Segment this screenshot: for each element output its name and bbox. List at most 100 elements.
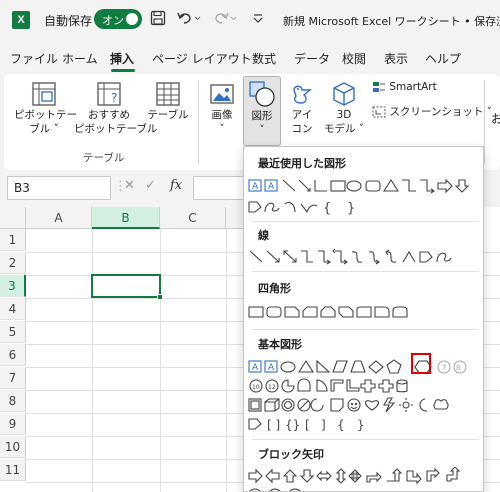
row-header[interactable]: 9 <box>0 413 26 435</box>
redo-icon[interactable] <box>212 10 238 30</box>
screenshot-label: スクリーンショット ˅ <box>389 106 492 118</box>
basic-shapes-row <box>247 396 483 414</box>
svg-text:{: { <box>323 201 331 216</box>
basic-shapes-row: A A 7 8 <box>247 358 483 376</box>
section-rectangles: 四角形 <box>258 282 291 295</box>
save-icon[interactable] <box>150 10 166 30</box>
autosave-toggle[interactable]: オン <box>94 9 142 29</box>
shapes-button[interactable]: 図形 ˅ <box>243 76 281 146</box>
excel-logo-icon: X <box>12 11 30 29</box>
rectangles-row <box>247 303 483 321</box>
customize-qat-icon[interactable] <box>252 10 264 30</box>
tab-help[interactable]: ヘルプ <box>425 50 461 67</box>
pivot-table-icon <box>32 82 56 106</box>
section-lines: 線 <box>258 229 269 242</box>
row-header[interactable]: 11 <box>0 459 26 481</box>
svg-text:?: ? <box>111 91 117 105</box>
row-header[interactable]: 6 <box>0 344 26 366</box>
name-box[interactable]: B3 <box>7 176 111 200</box>
icons-button[interactable]: アイ コン <box>284 80 320 146</box>
svg-text:12: 12 <box>268 384 276 391</box>
svg-text:10: 10 <box>252 384 260 391</box>
svg-text:[ ]: [ ] <box>267 418 280 432</box>
row-header[interactable]: 2 <box>0 252 26 274</box>
cancel-icon[interactable]: ✕ <box>124 178 135 193</box>
fill-handle[interactable] <box>157 294 163 300</box>
3d-models-button[interactable]: 3D モデル ˅ <box>320 80 368 146</box>
title-bar: X 自動保存 オン 新規 Microsoft Excel ワークシート • 保存… <box>0 0 500 40</box>
tab-formulas[interactable]: 数式 <box>252 50 276 67</box>
block-arrows-row <box>247 467 483 485</box>
toggle-knob <box>126 13 138 25</box>
pivot-table-button[interactable]: ピボットテー ブル ˅ <box>14 80 77 146</box>
column-header-b[interactable]: B <box>92 207 160 229</box>
svg-text:]: ] <box>321 418 326 432</box>
row-header[interactable]: 8 <box>0 390 26 412</box>
row-header[interactable]: 10 <box>0 436 26 458</box>
shapes-label: 図形 ˅ <box>251 110 273 136</box>
column-header-c[interactable]: C <box>160 207 226 229</box>
svg-text:{}: {} <box>285 418 300 432</box>
autosave-label: 自動保存 <box>44 14 93 28</box>
tab-data[interactable]: データ <box>294 50 330 67</box>
column-header-a[interactable]: A <box>26 207 92 229</box>
active-cell-b3[interactable] <box>91 274 161 298</box>
row-header[interactable]: 7 <box>0 367 26 389</box>
svg-text:[: [ <box>305 418 310 432</box>
tab-insert[interactable]: 挿入 <box>110 50 134 67</box>
icons-icon <box>293 85 312 104</box>
table-button[interactable]: テーブル <box>144 80 192 146</box>
svg-text:8: 8 <box>456 364 460 372</box>
row-header[interactable]: 5 <box>0 321 26 343</box>
table-icon <box>156 82 180 106</box>
svg-text:{: { <box>337 418 345 432</box>
enter-icon[interactable]: ✓ <box>145 178 156 193</box>
screenshot-icon <box>372 106 386 118</box>
shapes-icon <box>249 81 275 107</box>
lines-row <box>247 248 483 266</box>
shapes-dropdown: 最近使用した図形 A A { } 線 四角形 基本図形 A A 7 8 10 1… <box>243 146 484 492</box>
image-icon <box>210 84 234 104</box>
row-header[interactable]: 4 <box>0 298 26 320</box>
group-label-table: テーブル <box>83 152 125 164</box>
tab-view[interactable]: 表示 <box>384 50 408 67</box>
recent-shapes-row: A A <box>247 177 483 195</box>
svg-text:A: A <box>268 363 275 373</box>
row-header[interactable]: 3 <box>0 275 26 297</box>
recommended-pivot-icon: ? <box>97 82 121 106</box>
3d-cube-icon <box>333 82 355 106</box>
recommended-pivot-button[interactable]: ? おすすめ ピボットテーブル <box>74 80 157 146</box>
section-basic-shapes: 基本図形 <box>258 338 302 351</box>
smartart-button[interactable]: SmartArt <box>372 81 437 93</box>
screenshot-button[interactable]: スクリーンショット ˅ <box>372 104 492 119</box>
icons-label: アイ コン <box>291 109 313 135</box>
svg-text:7: 7 <box>442 364 446 372</box>
tab-home[interactable]: ホーム <box>62 50 98 67</box>
undo-icon[interactable] <box>176 10 202 30</box>
tab-review[interactable]: 校閲 <box>342 50 366 67</box>
section-divider <box>252 221 478 222</box>
image-button[interactable]: 画像 ˅ <box>204 80 240 146</box>
ribbon-tabs: ファイル ホーム 挿入 ページ レイアウト 数式 データ 校閲 表示 ヘルプ <box>0 42 500 72</box>
insert-function-icon[interactable]: fx <box>170 178 182 193</box>
table-label: テーブル <box>147 109 189 121</box>
basic-shapes-row: [ ] {} [ ] { } <box>247 415 483 433</box>
tab-page-layout[interactable]: ページ レイアウト <box>152 50 252 67</box>
smartart-label: SmartArt <box>389 81 437 93</box>
name-box-value: B3 <box>14 181 30 195</box>
smartart-icon <box>373 82 385 92</box>
recent-shapes-row: { } <box>247 198 483 216</box>
svg-text:A: A <box>252 363 259 373</box>
image-label: 画像 ˅ <box>211 109 233 135</box>
highlighted-shape-octagon[interactable] <box>411 353 431 374</box>
ribbon-cutoff-label: お <box>491 112 500 126</box>
gridline <box>160 229 161 492</box>
select-all-corner[interactable] <box>0 207 26 229</box>
tab-file[interactable]: ファイル <box>10 50 58 67</box>
svg-text:A: A <box>252 182 259 192</box>
svg-text:}: } <box>357 418 365 432</box>
pivot-table-label: ピボットテー ブル ˅ <box>14 109 77 135</box>
section-divider <box>252 329 478 330</box>
active-tab-indicator <box>111 69 135 72</box>
row-header[interactable]: 1 <box>0 229 26 251</box>
